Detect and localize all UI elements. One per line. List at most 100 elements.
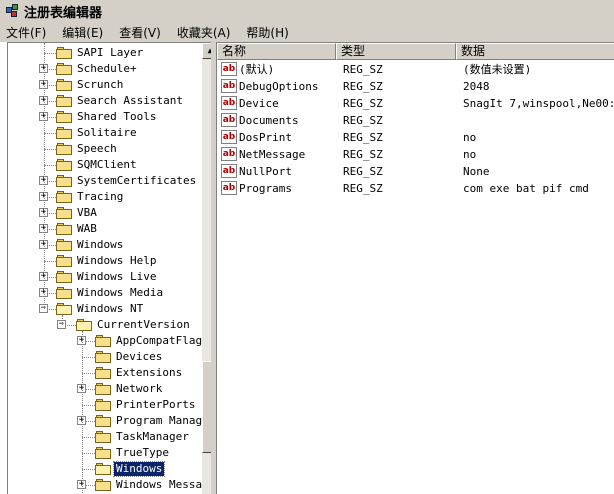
tree-item[interactable]: + Program Manag bbox=[8, 413, 202, 429]
folder-icon bbox=[56, 271, 72, 283]
tree-item-label[interactable]: SAPI Layer bbox=[75, 46, 145, 60]
tree-item-label[interactable]: Speech bbox=[75, 142, 119, 156]
folder-icon bbox=[56, 143, 72, 155]
tree-item-label[interactable]: Network bbox=[114, 382, 164, 396]
tree-item-label[interactable]: Solitaire bbox=[75, 126, 139, 140]
string-value-icon: ab bbox=[221, 62, 237, 76]
folder-icon bbox=[56, 111, 72, 123]
tree-item[interactable]: SAPI Layer bbox=[8, 45, 194, 61]
tree-item[interactable]: + Search Assistant bbox=[8, 93, 194, 109]
tree-item[interactable]: + Windows bbox=[8, 237, 194, 253]
tree-item[interactable]: Solitaire bbox=[8, 125, 194, 141]
value-row[interactable]: ab DosPrint REG_SZ no bbox=[217, 129, 614, 146]
tree-item[interactable]: Devices bbox=[8, 349, 194, 365]
value-data: 2048 bbox=[463, 80, 490, 93]
tree-item[interactable]: + Windows Messa bbox=[8, 477, 202, 493]
tree-item-label[interactable]: Search Assistant bbox=[75, 94, 185, 108]
menu-file[interactable]: 文件(F) bbox=[6, 24, 46, 41]
column-header-data[interactable]: 数据 bbox=[456, 43, 614, 60]
value-name: DebugOptions bbox=[239, 80, 319, 93]
value-row[interactable]: ab NullPort REG_SZ None bbox=[217, 163, 614, 180]
tree-item[interactable]: + Shared Tools bbox=[8, 109, 194, 125]
value-type: REG_SZ bbox=[343, 182, 383, 195]
tree-item[interactable]: + Scrunch bbox=[8, 77, 194, 93]
tree-item-label[interactable]: SQMClient bbox=[75, 158, 139, 172]
tree-item-label[interactable]: SystemCertificates bbox=[75, 174, 198, 188]
value-name: NetMessage bbox=[239, 148, 306, 161]
value-row[interactable]: ab Device REG_SZ SnagIt 7,winspool,Ne00: bbox=[217, 95, 614, 112]
tree-item[interactable]: + Windows Media bbox=[8, 285, 194, 301]
value-data: com exe bat pif cmd bbox=[463, 182, 589, 195]
tree-item-label[interactable]: Tracing bbox=[75, 190, 125, 204]
menu-favorites[interactable]: 收藏夹(A) bbox=[177, 24, 231, 41]
tree-item[interactable]: TrueType bbox=[8, 445, 194, 461]
tree-item-label[interactable]: Windows NT bbox=[75, 302, 145, 316]
tree-item-label[interactable]: Shared Tools bbox=[75, 110, 158, 124]
tree-item[interactable]: SQMClient bbox=[8, 157, 194, 173]
tree-item-label[interactable]: Devices bbox=[114, 350, 164, 364]
tree-item-label[interactable]: TaskManager bbox=[114, 430, 191, 444]
value-name: Documents bbox=[239, 114, 299, 127]
tree-item-label[interactable]: AppCompatFlag bbox=[114, 334, 204, 348]
tree-item[interactable]: + Network bbox=[8, 381, 194, 397]
tree-item-label[interactable]: Schedule+ bbox=[75, 62, 139, 76]
value-row[interactable]: ab DebugOptions REG_SZ 2048 bbox=[217, 78, 614, 95]
scroll-thumb[interactable] bbox=[202, 361, 211, 453]
tree-item[interactable]: TaskManager bbox=[8, 429, 194, 445]
value-type: REG_SZ bbox=[343, 114, 383, 127]
tree-item-label[interactable]: PrinterPorts bbox=[114, 398, 197, 412]
tree-item[interactable]: Windows bbox=[8, 461, 194, 477]
tree-item[interactable]: + VBA bbox=[8, 205, 194, 221]
value-type: REG_SZ bbox=[343, 80, 383, 93]
tree-item[interactable]: + Schedule+ bbox=[8, 61, 194, 77]
tree-item-label[interactable]: WAB bbox=[75, 222, 99, 236]
tree-item-label[interactable]: Windows Live bbox=[75, 270, 158, 284]
tree-item-label[interactable]: Windows Messa bbox=[114, 478, 204, 492]
key-tree-pane[interactable]: SAPI Layer + Schedule+ + Scrunch + Search Assi… bbox=[8, 42, 211, 494]
value-type: REG_SZ bbox=[343, 63, 383, 76]
scroll-up-arrow-icon[interactable]: ▲ bbox=[202, 43, 211, 59]
tree-item-label[interactable]: VBA bbox=[75, 206, 99, 220]
tree-connector-line bbox=[44, 261, 56, 262]
tree-item[interactable]: − Windows NT bbox=[8, 301, 194, 317]
value-name: NullPort bbox=[239, 165, 292, 178]
menu-view[interactable]: 查看(V) bbox=[119, 24, 161, 41]
menu-help[interactable]: 帮助(H) bbox=[246, 24, 288, 41]
tree-item[interactable]: + Tracing bbox=[8, 189, 194, 205]
folder-icon bbox=[95, 335, 111, 347]
value-row[interactable]: ab Documents REG_SZ bbox=[217, 112, 614, 129]
tree-item-label[interactable]: Extensions bbox=[114, 366, 184, 380]
tree-item[interactable]: + Windows Live bbox=[8, 269, 194, 285]
folder-icon bbox=[95, 479, 111, 491]
tree-item-label[interactable]: Windows Media bbox=[75, 286, 165, 300]
tree-item-label[interactable]: CurrentVersion bbox=[95, 318, 192, 332]
tree-item[interactable]: + AppCompatFlag bbox=[8, 333, 202, 349]
tree-vertical-scrollbar[interactable]: ▲ bbox=[202, 43, 211, 494]
tree-item-label[interactable]: Program Manag bbox=[114, 414, 204, 428]
tree-item-label[interactable]: Windows bbox=[112, 461, 166, 477]
value-type: REG_SZ bbox=[343, 148, 383, 161]
menu-edit[interactable]: 编辑(E) bbox=[62, 24, 103, 41]
tree-item[interactable]: Speech bbox=[8, 141, 194, 157]
tree-item[interactable]: − CurrentVersion bbox=[8, 317, 194, 333]
tree-item-label[interactable]: Windows Help bbox=[75, 254, 158, 268]
value-row[interactable]: ab Programs REG_SZ com exe bat pif cmd bbox=[217, 180, 614, 197]
column-header-name[interactable]: 名称 bbox=[217, 43, 336, 60]
tree-item-label[interactable]: Scrunch bbox=[75, 78, 125, 92]
value-row[interactable]: ab (默认) REG_SZ (数值未设置) bbox=[217, 61, 614, 78]
tree-item-label[interactable]: Windows bbox=[75, 238, 125, 252]
tree-item[interactable]: Extensions bbox=[8, 365, 194, 381]
tree-item-label[interactable]: TrueType bbox=[114, 446, 171, 460]
tree-item[interactable]: PrinterPorts bbox=[8, 397, 197, 413]
folder-icon bbox=[56, 223, 72, 235]
tree-item[interactable]: + WAB bbox=[8, 221, 194, 237]
tree-item[interactable]: Windows Help bbox=[8, 253, 194, 269]
tree-item[interactable]: + SystemCertificates bbox=[8, 173, 196, 189]
string-value-icon: ab bbox=[221, 130, 237, 144]
folder-icon bbox=[56, 255, 72, 267]
value-row[interactable]: ab NetMessage REG_SZ no bbox=[217, 146, 614, 163]
string-value-icon: ab bbox=[221, 79, 237, 93]
values-list-pane[interactable]: 名称 类型 数据 ab (默认) REG_SZ (数值未设置) ab DebugOptio… bbox=[216, 42, 614, 494]
column-header-type[interactable]: 类型 bbox=[336, 43, 456, 60]
tree-connector-line bbox=[82, 437, 95, 438]
